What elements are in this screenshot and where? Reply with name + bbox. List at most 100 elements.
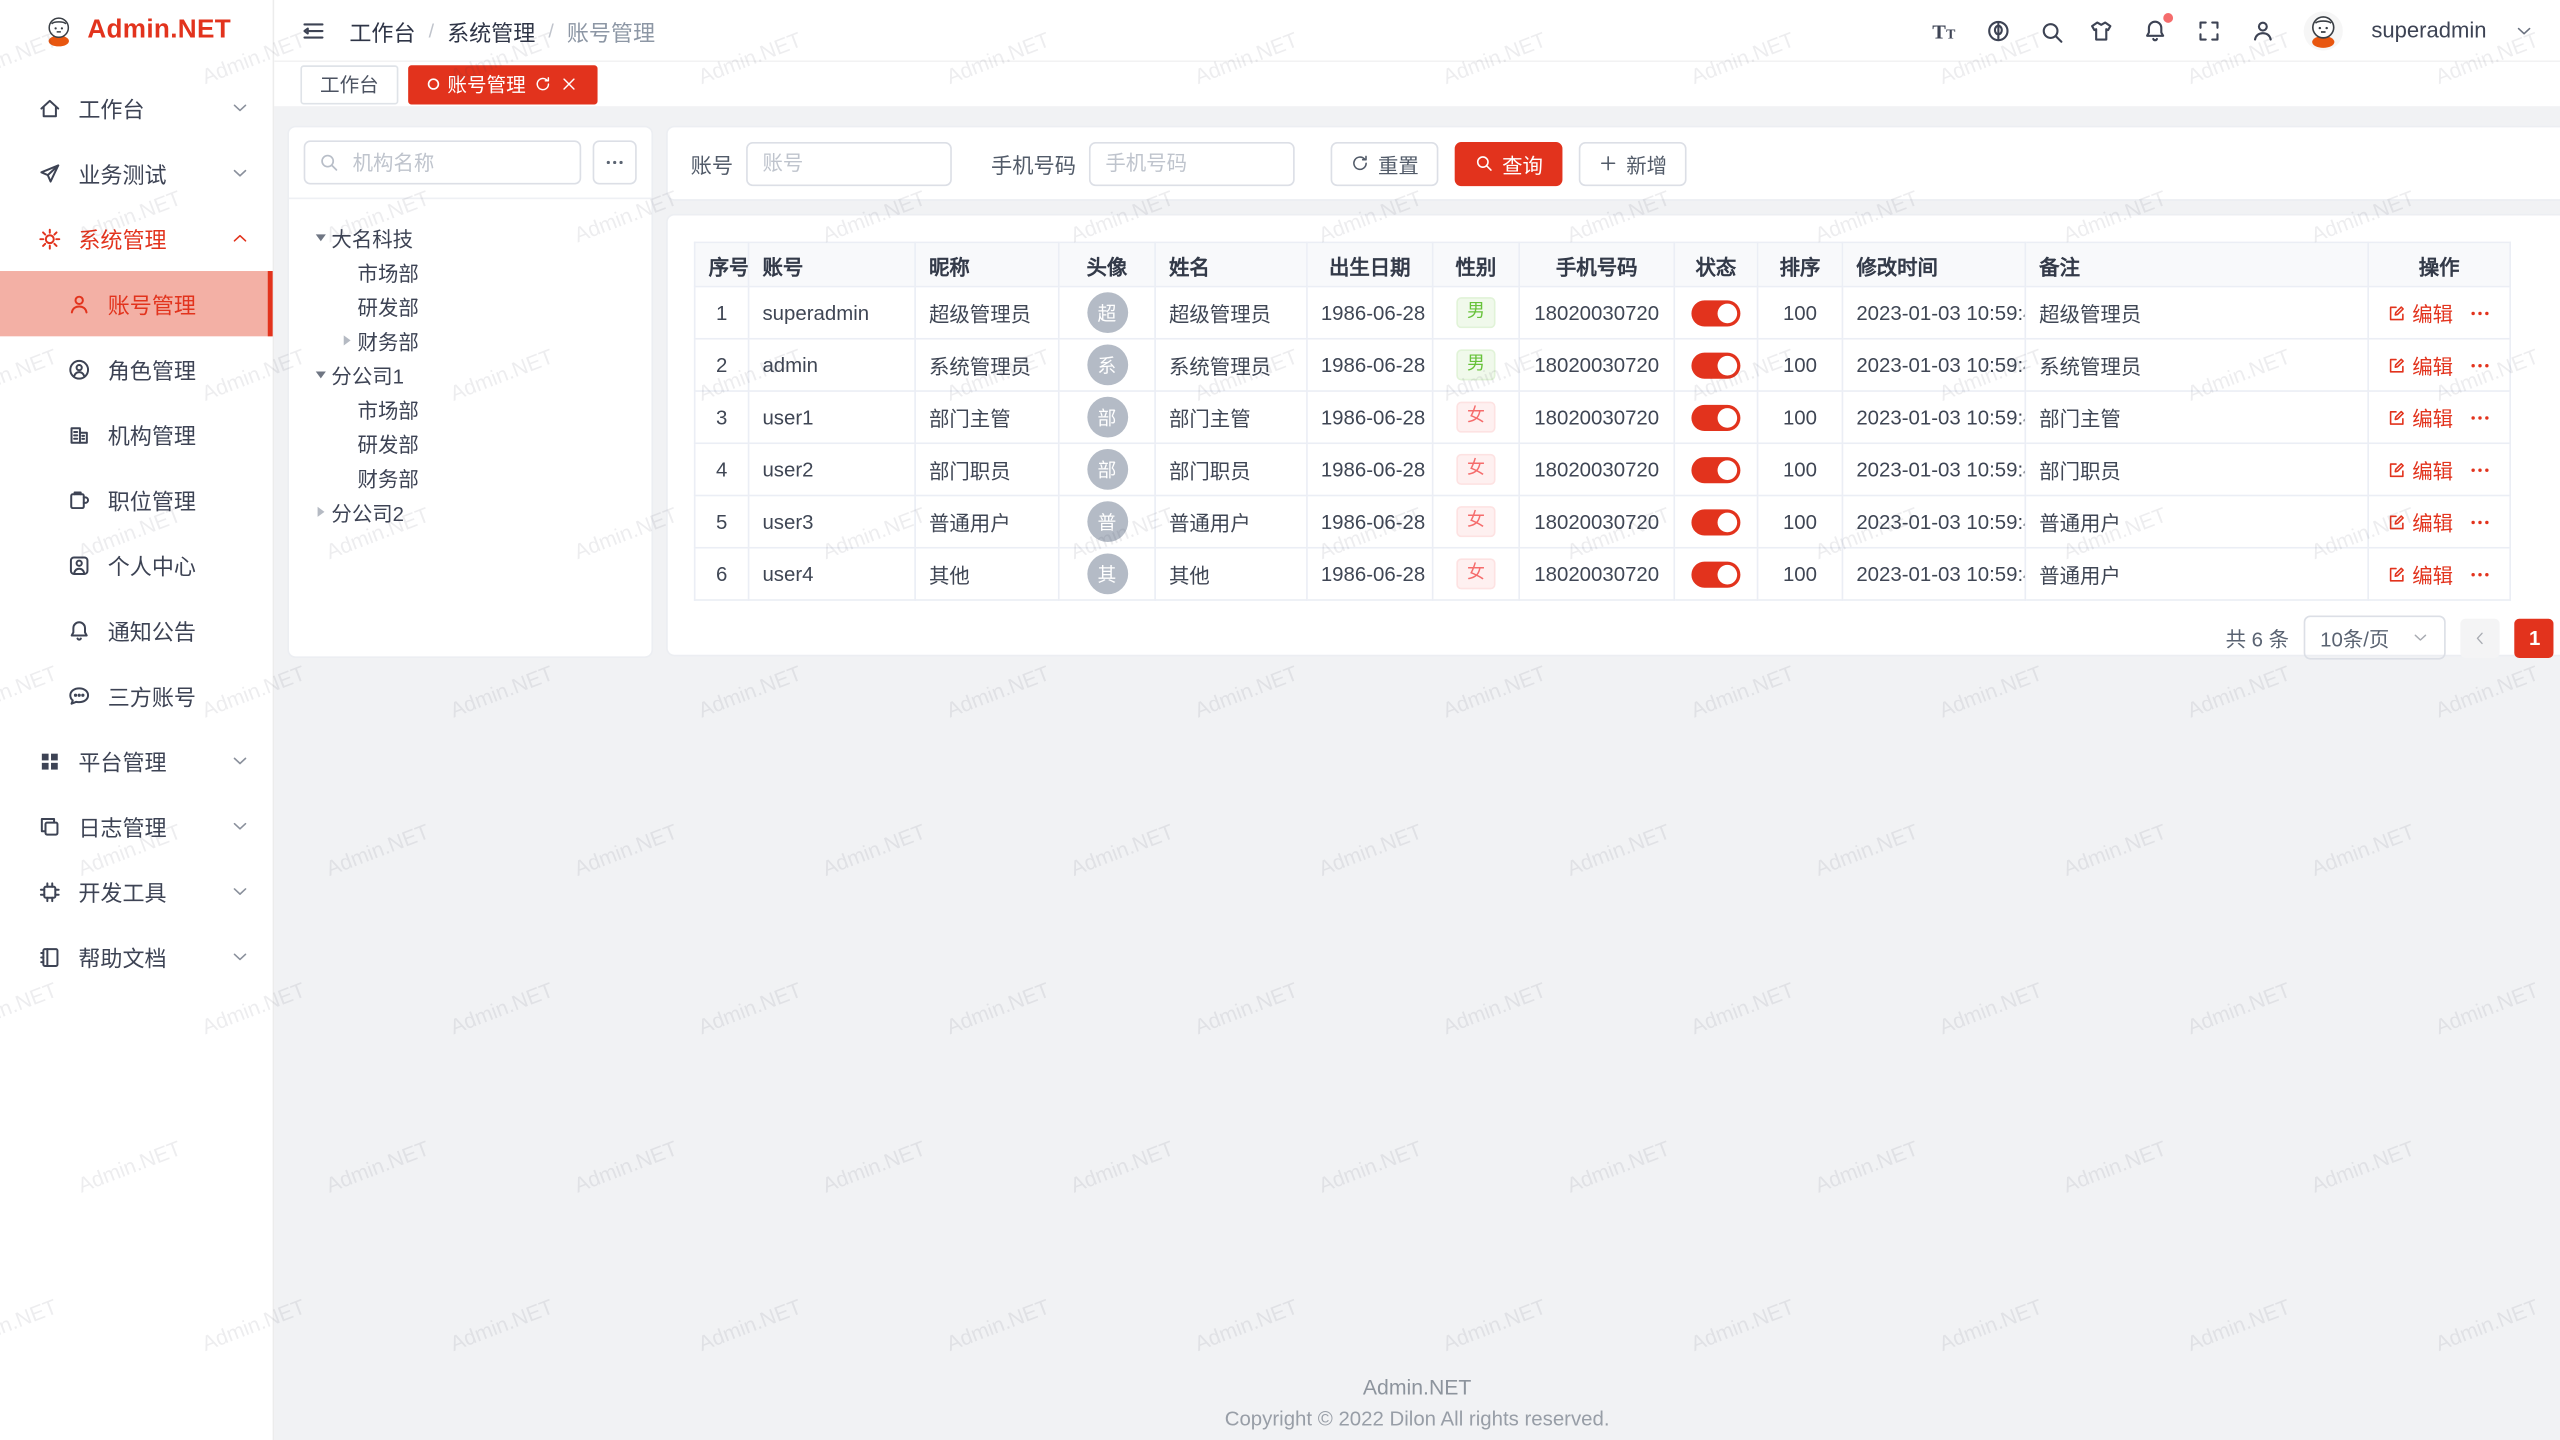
caret-down-icon[interactable] xyxy=(309,228,332,248)
font-size-icon[interactable]: TT xyxy=(1932,17,1958,43)
status-toggle[interactable] xyxy=(1691,561,1740,587)
search-icon[interactable] xyxy=(2040,20,2061,41)
column-header-time: 修改时间 xyxy=(1842,242,2025,286)
more-actions-icon[interactable] xyxy=(2468,301,2491,324)
sidebar-subitem-third-party-chat[interactable]: 三方账号 xyxy=(0,663,273,728)
prev-page-button[interactable] xyxy=(2461,618,2500,657)
sidebar-item-grid[interactable]: 平台管理 xyxy=(0,728,273,793)
sidebar-item-cpu[interactable]: 开发工具 xyxy=(0,859,273,924)
cell-index: 2 xyxy=(695,339,749,391)
cell-nickname: 部门职员 xyxy=(915,443,1059,495)
more-actions-icon[interactable] xyxy=(2468,458,2491,481)
tree-more-button[interactable] xyxy=(593,140,637,184)
edit-icon xyxy=(2388,564,2408,584)
chevron-down-icon[interactable] xyxy=(2514,20,2534,40)
tab-0[interactable]: 工作台 xyxy=(300,64,398,103)
breadcrumb-item[interactable]: 系统管理 xyxy=(447,14,535,47)
current-page-button[interactable]: 1 xyxy=(2515,618,2554,657)
sidebar-item-docs[interactable]: 帮助文档 xyxy=(0,924,273,989)
tree-node[interactable]: 分公司2 xyxy=(299,495,642,529)
fullscreen-icon[interactable] xyxy=(2197,17,2223,43)
column-header-account: 账号 xyxy=(749,242,916,286)
edit-icon xyxy=(2388,407,2408,427)
tab-active[interactable]: 账号管理 xyxy=(408,64,597,103)
account-user-icon xyxy=(67,291,91,315)
breadcrumb-item[interactable]: 工作台 xyxy=(349,14,415,47)
sidebar-subitem-position[interactable]: 职位管理 xyxy=(0,467,273,532)
caret-none xyxy=(335,433,358,453)
language-icon[interactable] xyxy=(1986,17,2012,43)
refresh-icon[interactable] xyxy=(534,75,552,93)
sidebar-menu: 工作台业务测试系统管理账号管理角色管理机构管理职位管理个人中心通知公告三方账号平… xyxy=(0,62,273,989)
status-toggle[interactable] xyxy=(1691,456,1740,482)
cell-avatar: 部 xyxy=(1059,443,1155,495)
sidebar-item-label: 业务测试 xyxy=(78,157,166,190)
gender-tag: 女 xyxy=(1456,506,1495,537)
tree-node[interactable]: 市场部 xyxy=(299,392,642,426)
sidebar-item-home[interactable]: 工作台 xyxy=(0,75,273,140)
org-search-input[interactable] xyxy=(349,149,566,175)
more-actions-icon[interactable] xyxy=(2468,353,2491,376)
account-filter-input[interactable] xyxy=(746,141,952,185)
status-toggle[interactable] xyxy=(1691,509,1740,535)
cell-status xyxy=(1674,548,1757,600)
tree-node[interactable]: 市场部 xyxy=(299,255,642,289)
theme-icon[interactable] xyxy=(2089,17,2115,43)
edit-button[interactable]: 编辑 xyxy=(2388,454,2453,485)
row-actions: 编辑 xyxy=(2382,349,2496,380)
phone-filter-input[interactable] xyxy=(1089,141,1295,185)
reset-button[interactable]: 重置 xyxy=(1331,141,1439,185)
notification-bell-icon[interactable] xyxy=(2143,17,2169,43)
phone-filter-label: 手机号码 xyxy=(991,148,1076,179)
tree-node[interactable]: 财务部 xyxy=(299,460,642,494)
cell-ops: 编辑 xyxy=(2368,339,2510,391)
more-actions-icon[interactable] xyxy=(2468,406,2491,429)
cell-sort: 100 xyxy=(1758,496,1843,548)
sidebar-subitem-role[interactable]: 角色管理 xyxy=(0,336,273,401)
tree-node[interactable]: 研发部 xyxy=(299,289,642,323)
username-label[interactable]: superadmin xyxy=(2371,18,2486,42)
row-actions: 编辑 xyxy=(2382,402,2496,433)
edit-button[interactable]: 编辑 xyxy=(2388,402,2453,433)
page-size-select[interactable]: 10条/页 xyxy=(2304,616,2447,660)
sidebar-item-log[interactable]: 日志管理 xyxy=(0,793,273,858)
add-button[interactable]: 新增 xyxy=(1579,141,1687,185)
edit-button[interactable]: 编辑 xyxy=(2388,558,2453,589)
more-actions-icon[interactable] xyxy=(2468,562,2491,585)
edit-button[interactable]: 编辑 xyxy=(2388,349,2453,380)
user-avatar[interactable] xyxy=(2304,11,2343,50)
sidebar-item-send[interactable]: 业务测试 xyxy=(0,140,273,205)
tree-node[interactable]: 财务部 xyxy=(299,323,642,357)
tree-node-label: 研发部 xyxy=(358,291,419,322)
cell-ops: 编辑 xyxy=(2368,443,2510,495)
cell-phone: 18020030720 xyxy=(1519,496,1674,548)
search-button[interactable]: 查询 xyxy=(1455,141,1563,185)
sidebar-item-gear[interactable]: 系统管理 xyxy=(0,206,273,271)
tree-node[interactable]: 大名科技 xyxy=(299,220,642,254)
more-actions-icon[interactable] xyxy=(2468,510,2491,533)
edit-button[interactable]: 编辑 xyxy=(2388,297,2453,328)
collapse-menu-icon[interactable] xyxy=(300,17,326,43)
caret-none xyxy=(335,399,358,419)
cell-avatar: 其 xyxy=(1059,548,1155,600)
cell-avatar: 普 xyxy=(1059,496,1155,548)
edit-button[interactable]: 编辑 xyxy=(2388,506,2453,537)
status-toggle[interactable] xyxy=(1691,404,1740,430)
caret-down-icon[interactable] xyxy=(309,365,332,385)
chevron-left-icon xyxy=(2473,629,2489,645)
caret-right-icon[interactable] xyxy=(335,331,358,351)
caret-right-icon[interactable] xyxy=(309,502,332,522)
close-icon[interactable] xyxy=(560,75,578,93)
sidebar-subitem-profile[interactable]: 个人中心 xyxy=(0,532,273,597)
cell-status xyxy=(1674,443,1757,495)
status-toggle[interactable] xyxy=(1691,300,1740,326)
tree-node-label: 财务部 xyxy=(358,325,419,356)
sidebar-subitem-account-user[interactable]: 账号管理 xyxy=(0,271,273,336)
announcement-bell-icon xyxy=(67,618,91,642)
tree-node[interactable]: 研发部 xyxy=(299,426,642,460)
status-toggle[interactable] xyxy=(1691,352,1740,378)
sidebar-subitem-organization[interactable]: 机构管理 xyxy=(0,402,273,467)
user-icon[interactable] xyxy=(2251,17,2277,43)
sidebar-subitem-announcement-bell[interactable]: 通知公告 xyxy=(0,598,273,663)
tree-node[interactable]: 分公司1 xyxy=(299,358,642,392)
